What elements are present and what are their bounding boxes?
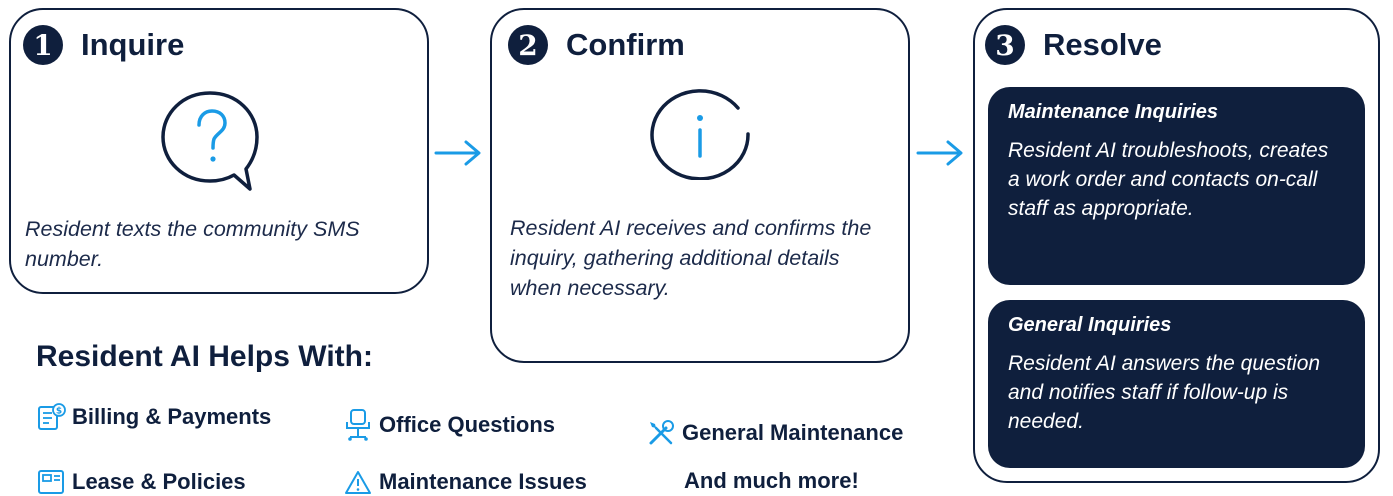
help-item-general-maintenance: General Maintenance [646,418,903,448]
panel-title: Maintenance Inquiries [1008,101,1219,123]
help-item-label: Lease & Policies [72,469,246,494]
maintenance-inquiries-panel: Maintenance Inquiries Resident AI troubl… [988,87,1365,285]
panel-title: General Inquiries [1008,314,1172,336]
arrow-right-icon [916,140,963,166]
help-item-label: Office Questions [379,412,556,437]
step-title: Confirm [566,27,685,62]
panel-text: Resident AI answers the question and not… [1008,352,1321,433]
office-chair-icon [346,409,370,441]
helps-title: Resident AI Helps With: [36,340,373,373]
help-item-office: Office Questions [343,408,555,442]
step-description: Resident texts the community SMS number. [25,217,360,271]
help-item-lease: Lease & Policies [36,468,246,496]
question-bubble-icon [161,91,259,191]
help-item-maintenance-issues: Maintenance Issues [343,468,587,496]
help-item-billing: $ Billing & Payments [36,402,271,432]
general-inquiries-panel: General Inquiries Resident AI answers th… [988,300,1365,468]
step-title: Resolve [1043,27,1162,62]
step-title: Inquire [81,27,185,62]
step-number: 2 [508,25,548,65]
step-description: Resident AI receives and confirms the in… [510,216,872,300]
arrow-right-icon [434,140,481,166]
billing-icon: $ [38,403,66,430]
step-resolve-header: 3 Resolve [985,25,1162,65]
info-circle-icon [650,89,750,180]
help-item-label: Maintenance Issues [379,469,587,494]
lease-document-icon [38,470,64,494]
panel-text: Resident AI troubleshoots, creates a wor… [1008,139,1329,220]
help-item-more: And much more! [684,468,859,494]
step-number: 3 [985,25,1025,65]
step-inquire-header: 1 Inquire [23,25,184,65]
step-number: 1 [23,25,63,65]
step-confirm-header: 2 Confirm [508,25,685,65]
tools-icon [649,420,674,445]
warning-icon [345,471,371,494]
help-item-label: And much more! [684,468,859,493]
svg-text:$: $ [56,407,62,417]
help-item-label: General Maintenance [682,420,904,445]
help-item-label: Billing & Payments [72,404,272,429]
